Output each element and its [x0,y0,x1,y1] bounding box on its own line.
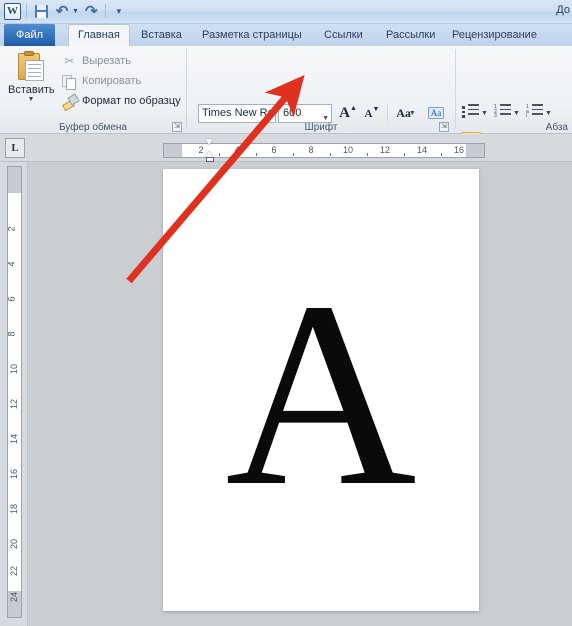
undo-button[interactable]: ↶ [53,2,71,20]
ruler-mark: 24 [9,591,20,603]
clipboard-dialog-launcher[interactable]: ⇲ [172,122,182,132]
ruler-mark: 6 [6,296,17,302]
document-page[interactable]: A [163,169,479,611]
document-text[interactable]: A [163,169,479,611]
font-name-value: Times New Rc [202,107,274,119]
group-clipboard: Вставить ▼ ✂ Вырезать Копировать Формат … [0,46,186,134]
paste-dropdown-icon[interactable]: ▼ [8,96,54,103]
grow-font-button[interactable]: A ▲ [338,104,358,123]
top-margin-area [8,167,21,193]
ruler-mark: 20 [9,538,20,550]
ruler-mark: 22 [9,565,20,577]
ruler-mark: 6 [271,145,277,155]
ruler-mark: 8 [6,331,17,337]
font-dialog-launcher[interactable]: ⇲ [439,122,449,132]
vertical-ruler[interactable]: 2 4 6 8 10 12 14 16 18 20 22 24 [7,166,22,618]
tab-home[interactable]: Главная [68,24,130,46]
font-size-combobox[interactable]: 600 ▼ [278,104,332,123]
document-canvas[interactable]: A [29,162,572,626]
tab-file[interactable]: Файл [4,24,56,46]
numbered-list-icon: 123 [494,104,497,120]
up-arrow-icon: ▲ [349,105,357,112]
ruler-mark: 10 [342,145,354,155]
indent-markers[interactable] [205,139,214,162]
ruler-mark: 18 [9,503,20,515]
format-painter-command[interactable]: Формат по образцу [62,92,181,110]
down-arrow-icon: ▼ [372,106,380,113]
ruler-mark: 12 [9,398,20,410]
ruler-mark: 10 [9,363,20,375]
tab-stop-selector[interactable]: L [5,138,25,158]
divider [26,4,27,18]
chevron-down-icon: ▼ [322,115,329,122]
word-logo-icon[interactable]: W [4,2,21,20]
change-case-button[interactable]: Aa ▼ [392,104,420,123]
divider [387,104,388,123]
undo-dropdown-icon[interactable]: ▼ [72,8,79,15]
numbering-button[interactable]: 123 [494,104,511,121]
bullets-dropdown-icon[interactable]: ▼ [481,110,488,117]
undo-icon: ↶ [55,2,69,20]
tab-mailings[interactable]: Рассылки [377,24,444,46]
cut-command[interactable]: ✂ Вырезать [62,52,131,70]
format-painter-label: Формат по образцу [82,95,181,107]
paste-icon [16,51,46,83]
clear-formatting-button[interactable]: Aa [425,103,447,123]
ruler-mark: 12 [379,145,391,155]
ruler-mark: 8 [308,145,314,155]
ruler-mark: 2 [198,145,204,155]
save-button[interactable] [32,2,50,20]
copy-icon [62,74,77,90]
divider [104,4,106,18]
multilevel-dropdown-icon[interactable]: ▼ [545,110,552,117]
chevron-down-icon: ▼ [266,115,273,122]
group-label-clipboard: Буфер обмена [59,122,127,133]
tab-references[interactable]: Ссылки [315,24,372,46]
ruler-mark: 4 [234,145,240,155]
chevron-down-icon: ▾ [116,5,122,16]
font-size-value: 600 [283,107,302,119]
cut-label: Вырезать [82,55,131,67]
first-line-indent-icon[interactable] [205,139,213,145]
title-bar: W ↶ ▼ ↶ ▾ До [0,0,572,24]
left-margin-area [164,144,182,157]
ruler-mark: 16 [9,468,20,480]
ribbon-tab-strip: Файл Главная Вставка Разметка страницы С… [0,24,572,46]
format-painter-icon [62,94,77,109]
ruler-mark: 2 [6,226,17,232]
right-margin-area [466,144,484,157]
paste-button[interactable]: Вставить ▼ [8,50,55,116]
bullets-button[interactable] [462,104,479,121]
ruler-mark: 14 [9,433,20,445]
multilevel-list-button[interactable]: 1ai [526,104,543,121]
redo-icon: ↶ [84,2,98,20]
grow-font-icon: A [339,105,350,121]
customize-qat-button[interactable]: ▾ [111,2,129,20]
quick-access-toolbar: W ↶ ▼ ↶ ▾ [4,2,129,20]
ruler-mark: 4 [6,261,17,267]
document-title: До [556,4,570,16]
copy-label: Копировать [82,75,142,87]
tab-page-layout[interactable]: Разметка страницы [193,24,311,46]
redo-button[interactable]: ↶ [82,2,100,20]
bullet-list-icon [462,106,466,120]
save-icon [34,4,48,18]
tab-review[interactable]: Рецензирование [443,24,546,46]
shrink-font-button[interactable]: A ▼ [362,104,382,123]
clear-formatting-icon: Aa [427,107,445,119]
copy-command[interactable]: Копировать [62,72,141,90]
multilevel-list-icon: 1ai [526,104,529,120]
tab-insert[interactable]: Вставка [132,24,191,46]
ruler-mark: 16 [453,145,465,155]
paste-label: Вставить [8,84,55,96]
numbering-dropdown-icon[interactable]: ▼ [513,110,520,117]
ruler-mark: 14 [416,145,428,155]
scissors-icon: ✂ [64,53,75,68]
chevron-down-icon: ▼ [408,110,416,117]
ribbon: Вставить ▼ ✂ Вырезать Копировать Формат … [0,46,572,152]
shrink-font-icon: A [364,107,373,120]
font-name-combobox[interactable]: Times New Rc ▼ [198,104,276,123]
